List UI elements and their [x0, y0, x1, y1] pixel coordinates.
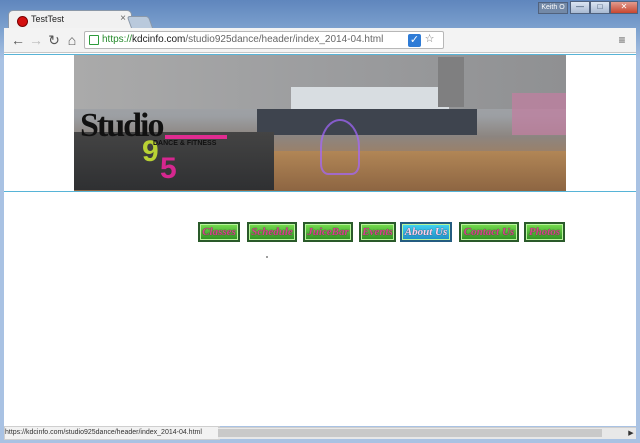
scroll-right-arrow-icon[interactable]: ▶ [626, 428, 636, 439]
banner-door [438, 57, 464, 107]
bookmark-star-icon[interactable]: ☆ [423, 33, 436, 46]
dancer-icon [320, 119, 360, 175]
favicon-icon [17, 16, 28, 27]
nav-schedule[interactable]: Schedule [247, 222, 297, 242]
back-icon[interactable]: ← [10, 32, 26, 48]
tab-close-icon[interactable]: × [120, 13, 126, 24]
url-host: kdcinfo.com [132, 34, 186, 45]
forward-icon[interactable]: → [28, 32, 44, 48]
tab-title: TestTest [31, 14, 65, 24]
banner-pink-panel [512, 93, 566, 135]
reload-icon[interactable]: ↻ [46, 32, 62, 48]
studio-logo: Studio 9 5 DANCE & FITNESS [77, 109, 227, 185]
nav-photos[interactable]: Photos [524, 222, 565, 242]
close-window-button[interactable]: ✕ [610, 1, 638, 14]
banner-stage-top [291, 87, 449, 110]
nav-classes[interactable]: Classes [198, 222, 240, 242]
extension-icon[interactable]: ✓ [408, 34, 421, 47]
page-dot [266, 256, 268, 258]
lock-icon [89, 35, 99, 45]
menu-icon[interactable]: ≡ [614, 32, 630, 48]
logo-pink-bar [165, 135, 227, 139]
nav-juicebar[interactable]: JuiceBar [303, 222, 353, 242]
user-profile-button[interactable]: Keith O [538, 2, 568, 14]
nav-events[interactable]: Events [359, 222, 396, 242]
url-scheme: https:// [102, 34, 133, 45]
url-path: /studio925dance/header/index_2014-04.htm… [185, 34, 384, 45]
status-bar: https://kdcinfo.com/studio925dance/heade… [4, 426, 220, 440]
tab-strip: TestTest × Keith O — □ ✕ [0, 0, 640, 29]
logo-five: 5 [160, 152, 177, 185]
browser-toolbar: ← → ↻ ⌂ https://kdcinfo.com/studio925dan… [4, 28, 636, 53]
banner-stage [257, 109, 477, 135]
horizontal-scroll-thumb[interactable] [218, 429, 602, 437]
bottom-rule [4, 191, 636, 192]
horizontal-scrollbar[interactable]: ▶ [218, 427, 636, 439]
url-text[interactable]: https://kdcinfo.com/studio925dance/heade… [102, 32, 383, 48]
browser-tab[interactable]: TestTest × [8, 10, 132, 29]
address-bar[interactable]: https://kdcinfo.com/studio925dance/heade… [84, 31, 444, 49]
home-icon[interactable]: ⌂ [64, 32, 80, 48]
nav-about-us[interactable]: About Us [400, 222, 452, 242]
minimize-button[interactable]: — [570, 1, 590, 14]
page-viewport: Studio 9 5 DANCE & FITNESS Classes Sched… [4, 53, 636, 426]
nav-contact-us[interactable]: Contact Us [459, 222, 519, 242]
browser-window: TestTest × Keith O — □ ✕ ← → ↻ ⌂ https:/… [0, 0, 640, 443]
logo-tagline: DANCE & FITNESS [153, 140, 217, 147]
maximize-button[interactable]: □ [590, 1, 610, 14]
